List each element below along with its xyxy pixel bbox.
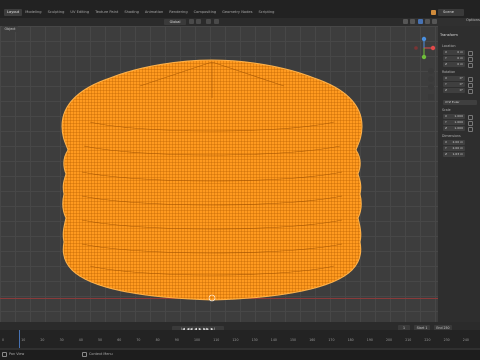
scale-y-field[interactable]: Y 1.000: [443, 120, 465, 125]
rotation-z-field[interactable]: Z 0°: [443, 88, 465, 93]
frame-number: 230: [443, 338, 450, 342]
tab-compositing[interactable]: Compositing: [191, 9, 220, 16]
frame-number: 150: [290, 338, 297, 342]
frame-number: 180: [347, 338, 354, 342]
pivot-icon[interactable]: [189, 19, 194, 24]
hand-icon[interactable]: [428, 76, 434, 82]
overlay-icon[interactable]: [214, 19, 219, 24]
dimensions-label: Dimensions: [442, 134, 461, 138]
xray-icon[interactable]: [425, 19, 430, 24]
dimensions-y-field[interactable]: Y 2.00 m: [443, 146, 465, 151]
frame-number: 140: [270, 338, 277, 342]
zoom-icon[interactable]: [428, 68, 434, 74]
frame-number: 130: [251, 338, 258, 342]
rotation-mode-dropdown[interactable]: XYZ Euler: [443, 100, 477, 105]
frame-number: 120: [232, 338, 239, 342]
frame-number: 220: [424, 338, 431, 342]
lock-icon[interactable]: [468, 115, 473, 120]
object-mode-dropdown[interactable]: Object: [2, 26, 18, 32]
lock-icon[interactable]: [468, 51, 473, 56]
dimensions-x-field[interactable]: X 2.00 m: [443, 140, 465, 145]
3d-viewport[interactable]: [0, 26, 438, 322]
frame-number: 20: [40, 338, 45, 342]
rotation-x-field[interactable]: X 0°: [443, 76, 465, 81]
frame-number: 240: [462, 338, 469, 342]
tab-modeling[interactable]: Modeling: [22, 9, 44, 16]
frame-number: 90: [174, 338, 179, 342]
shading-wire-icon[interactable]: [432, 19, 437, 24]
tab-scripting[interactable]: Scripting: [255, 9, 277, 16]
frame-number: 160: [309, 338, 316, 342]
scale-label: Scale: [442, 108, 451, 112]
frame-number: 70: [136, 338, 141, 342]
navigation-gizmo-icon[interactable]: [412, 36, 436, 66]
tab-layout[interactable]: Layout: [4, 9, 23, 16]
scene-selector[interactable]: Scene: [438, 9, 464, 16]
viewport-header: [0, 18, 410, 26]
options-button[interactable]: Options: [466, 18, 480, 22]
mouse-icon: [2, 352, 7, 357]
scene-name: Scene: [443, 10, 454, 14]
mouse-icon: [82, 352, 87, 357]
frame-number: 200: [386, 338, 393, 342]
lock-icon[interactable]: [468, 127, 473, 132]
tab-sculpting[interactable]: Sculpting: [45, 9, 68, 16]
camera-icon[interactable]: [428, 84, 434, 90]
frame-number: 40: [78, 338, 83, 342]
gizmo-toggle-icon[interactable]: [410, 19, 415, 24]
scale-x-field[interactable]: X 1.000: [443, 114, 465, 119]
snap-icon[interactable]: [196, 19, 201, 24]
lock-icon[interactable]: [468, 57, 473, 62]
frame-number: 210: [405, 338, 412, 342]
tab-rendering[interactable]: Rendering: [166, 9, 190, 16]
workspace-tabs: Layout Modeling Sculpting UV Editing Tex…: [4, 9, 277, 16]
frame-number: 10: [21, 338, 26, 342]
location-x-field[interactable]: X0 m: [443, 50, 465, 55]
orientation-dropdown[interactable]: Global: [164, 19, 186, 25]
tab-shading[interactable]: Shading: [121, 9, 142, 16]
lock-icon[interactable]: [468, 121, 473, 126]
lock-icon[interactable]: [468, 63, 473, 68]
lock-icon[interactable]: [468, 89, 473, 94]
visibility-icon[interactable]: [403, 19, 408, 24]
frame-number: 110: [213, 338, 220, 342]
frame-number: 30: [59, 338, 64, 342]
rotation-y-field[interactable]: Y 0°: [443, 82, 465, 87]
scene-icon[interactable]: [431, 10, 436, 15]
frame-number: 100: [194, 338, 201, 342]
status-context-menu: Context Menu: [89, 352, 113, 356]
frame-number: 80: [155, 338, 160, 342]
rotation-label: Rotation: [442, 70, 456, 74]
lock-icon[interactable]: [468, 83, 473, 88]
frame-number: 60: [117, 338, 122, 342]
status-bar: [0, 350, 480, 360]
frame-number: 50: [98, 338, 103, 342]
location-z-field[interactable]: Z0 m: [443, 62, 465, 67]
status-pan-view: Pan View: [9, 352, 25, 356]
tab-geometry-nodes[interactable]: Geometry Nodes: [219, 9, 255, 16]
tab-animation[interactable]: Animation: [142, 9, 166, 16]
frame-number: 190: [366, 338, 373, 342]
frame-number: 0: [2, 338, 5, 342]
grid-icon[interactable]: [428, 94, 434, 100]
tab-texture-paint[interactable]: Texture Paint: [92, 9, 121, 16]
selected-mesh-object[interactable]: [0, 26, 438, 322]
dimensions-z-field[interactable]: Z 1.63 m: [443, 152, 465, 157]
frame-number: 170: [328, 338, 335, 342]
proportional-icon[interactable]: [206, 19, 211, 24]
overlays-toggle-icon[interactable]: [418, 19, 423, 24]
scale-z-field[interactable]: Z 1.000: [443, 126, 465, 131]
location-y-field[interactable]: Y0 m: [443, 56, 465, 61]
location-label: Location: [442, 44, 456, 48]
lock-icon[interactable]: [468, 77, 473, 82]
tab-uv-editing[interactable]: UV Editing: [67, 9, 92, 16]
playhead[interactable]: [19, 330, 20, 348]
transform-section-title[interactable]: Transform: [440, 33, 458, 37]
